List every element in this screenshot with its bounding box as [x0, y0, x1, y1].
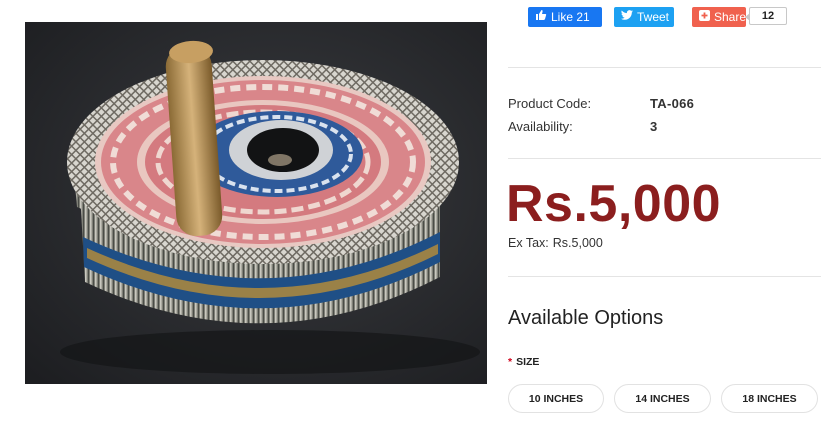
product-code-value: TA-066 — [650, 96, 695, 111]
required-marker: * — [508, 356, 513, 368]
share-label: Share — [714, 9, 747, 24]
size-option-14-inches[interactable]: 14 INCHES — [614, 384, 711, 413]
divider-price — [508, 276, 821, 277]
ex-tax-price: Ex Tax: Rs.5,000 — [508, 236, 603, 250]
tweet-label: Tweet — [637, 9, 670, 24]
price: Rs.5,000 — [506, 175, 722, 233]
divider-top — [508, 67, 821, 68]
size-option-18-inches[interactable]: 18 INCHES — [721, 384, 818, 413]
plus-icon — [699, 9, 710, 24]
share-count: 12 — [745, 7, 787, 25]
product-code-row: Product Code: TA-066 — [508, 96, 694, 111]
product-photo-art — [25, 22, 487, 384]
product-image[interactable] — [25, 22, 487, 384]
thumbs-up-icon — [535, 9, 547, 24]
ex-tax-value: Rs.5,000 — [552, 236, 603, 250]
product-code-label: Product Code: — [508, 96, 592, 111]
availability-row: Availability: 3 — [508, 119, 657, 134]
ex-tax-label: Ex Tax: — [508, 236, 549, 250]
availability-label: Availability: — [508, 119, 573, 134]
tweet-button[interactable]: Tweet — [614, 6, 674, 27]
size-option-label: * SIZE — [508, 356, 539, 368]
like-label: Like 21 — [551, 9, 590, 24]
size-label-text: SIZE — [516, 356, 540, 368]
availability-value: 3 — [650, 119, 658, 134]
available-options-title: Available Options — [508, 307, 664, 329]
size-option-10-inches[interactable]: 10 INCHES — [508, 384, 604, 413]
facebook-like-button[interactable]: Like 21 — [528, 6, 602, 27]
share-button[interactable]: Share — [692, 6, 747, 27]
divider-meta — [508, 158, 821, 159]
twitter-bird-icon — [621, 9, 633, 24]
